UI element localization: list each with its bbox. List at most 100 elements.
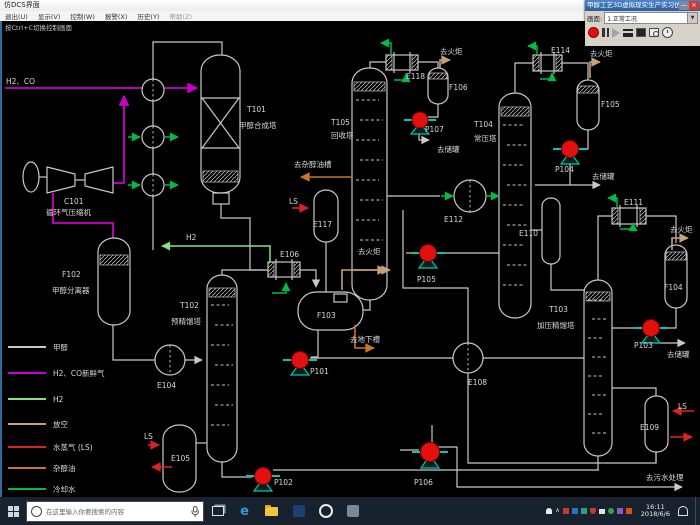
taskbar-app-gray[interactable] [339, 497, 366, 525]
process-flow-diagram: H2、CO H2 T101 甲醇合成塔 C101 循环气压缩机 F102 甲醇分… [2, 21, 700, 497]
tray-icon-blue[interactable] [572, 508, 578, 514]
search-placeholder: 在这里输入你要搜索的内容 [46, 506, 187, 516]
menu-help[interactable]: 帮助(Z) [169, 11, 192, 21]
tray-expand-chevron[interactable]: ∧ [555, 508, 559, 514]
taskbar-app-edge[interactable]: e [231, 497, 258, 525]
reactor-T101 [201, 55, 240, 204]
menu-history[interactable]: 历史(Y) [137, 11, 159, 21]
equipment-tag: P103 [634, 341, 653, 350]
shell-exchanger-E106 [268, 259, 300, 280]
equipment-tag: E111 [624, 198, 643, 207]
column-T103 [584, 280, 612, 456]
equipment-tag: E106 [280, 250, 299, 259]
monitor-icon[interactable] [599, 509, 605, 514]
stream-label: 去储罐 [592, 171, 615, 181]
equipment-tag: F105 [601, 100, 620, 109]
system-tray: ∧ 16:11 2018/6/6 [546, 497, 700, 525]
app-icon [347, 505, 359, 517]
equipment-tag: P106 [414, 478, 433, 487]
legend-label: 水蒸气 (LS) [53, 442, 93, 452]
equipment-name: 甲醇合成塔 [239, 120, 277, 130]
cortana-icon [31, 506, 42, 517]
tray-icon-green[interactable] [608, 508, 614, 514]
column-T102 [207, 275, 237, 462]
sim-panel-titlebar[interactable]: 甲醇工艺3D虚拟现实生产实习仿真软件 — ✕ [585, 0, 700, 11]
stream-label: LS [678, 402, 687, 411]
menu-control[interactable]: 控制(W) [70, 11, 95, 21]
stream-label: 去杂醇油槽 [294, 159, 332, 169]
menu-exit[interactable]: 退出(U) [5, 11, 28, 21]
menu-display[interactable]: 显示(V) [38, 11, 61, 21]
sim-control-panel: 甲醇工艺3D虚拟现实生产实习仿真软件 — ✕ 画面: 1.正常工况 ▼ [585, 0, 700, 46]
column-T104 [499, 93, 531, 318]
close-button[interactable]: ✕ [689, 1, 699, 10]
minimize-button[interactable]: — [679, 1, 689, 10]
equipment-tag: E105 [171, 454, 190, 463]
search-input[interactable]: 在这里输入你要搜索的内容 [26, 501, 204, 522]
equipment-name: 常压塔 [474, 133, 497, 143]
equipment-tag: F103 [317, 311, 336, 320]
show-desktop-button[interactable] [695, 497, 700, 525]
menu-alarm[interactable]: 报警(X) [105, 11, 128, 21]
window-title: 仿DCS界面 [4, 1, 40, 9]
screen-icon[interactable] [636, 28, 646, 37]
legend-label: 杂醇油 [53, 463, 76, 473]
stream-label: 去地下槽 [350, 334, 380, 344]
stream-label: LS [289, 197, 298, 206]
tray-icon-purple[interactable] [617, 508, 623, 514]
stream-label: 去储罐 [437, 144, 460, 154]
equipment-tag: F102 [62, 270, 81, 279]
start-button[interactable] [0, 497, 26, 525]
clock-icon[interactable] [662, 27, 673, 38]
task-view-icon [212, 506, 224, 516]
equipment-tag: E112 [444, 215, 463, 224]
equipment-name: 甲醇分离器 [52, 285, 90, 295]
shield-icon[interactable] [590, 508, 596, 514]
equipment-name: 预精馏塔 [171, 316, 201, 326]
shell-exchanger-E118 [386, 52, 418, 73]
equipment-tag: C101 [64, 197, 84, 206]
user-icon[interactable] [546, 508, 552, 514]
pump-P106 [412, 443, 448, 469]
clock-date: 2018/6/6 [641, 511, 670, 519]
play-button[interactable] [612, 28, 620, 38]
legend-label: H2、CO新鲜气 [53, 368, 105, 378]
stream-label: 去火炬 [590, 48, 613, 58]
tray-icon-orange[interactable] [626, 508, 632, 514]
taskbar-clock[interactable]: 16:11 2018/6/6 [641, 504, 670, 519]
equipment-tag: F104 [664, 283, 683, 292]
equipment-tag: P101 [310, 367, 329, 376]
task-view-button[interactable] [204, 497, 231, 525]
equipment-tag: T105 [330, 118, 350, 127]
taskbar-app-dark[interactable] [285, 497, 312, 525]
tray-icon-teal[interactable] [581, 508, 587, 514]
camera-icon[interactable] [649, 28, 659, 37]
app-icon [319, 504, 333, 518]
chevron-down-icon[interactable]: ▼ [687, 13, 697, 23]
equipment-tag: E110 [519, 229, 538, 238]
pump-P104 [553, 141, 587, 165]
pause-button[interactable] [602, 28, 609, 37]
taskbar-app-explorer[interactable] [258, 497, 285, 525]
vessel-F104 [665, 245, 687, 308]
separator-F102 [98, 238, 130, 325]
scene-label: 画面: [587, 13, 602, 23]
equipment-tag: E109 [640, 423, 659, 432]
list-icon[interactable] [623, 29, 633, 37]
scene-select[interactable]: 1.正常工况 ▼ [604, 12, 698, 24]
legend-label: 冷却水 [53, 484, 76, 494]
column-T105 [352, 68, 387, 300]
equipment-name: 回收塔 [331, 130, 354, 140]
tray-icon-red[interactable] [563, 508, 569, 514]
legend-label: H2 [53, 395, 64, 404]
taskbar-app-circle[interactable] [312, 497, 339, 525]
sim-panel-title: 甲醇工艺3D虚拟现实生产实习仿真软件 [587, 0, 679, 11]
notification-bell-icon[interactable] [678, 506, 688, 516]
equipment-tag: E117 [313, 220, 332, 229]
legend-label: 甲醇 [53, 342, 68, 352]
equipment-tag: E108 [468, 378, 487, 387]
record-button[interactable] [588, 27, 599, 38]
equipment-tag: P105 [417, 275, 436, 284]
windows-logo-icon [8, 506, 19, 517]
equipment-tag: T101 [246, 105, 266, 114]
